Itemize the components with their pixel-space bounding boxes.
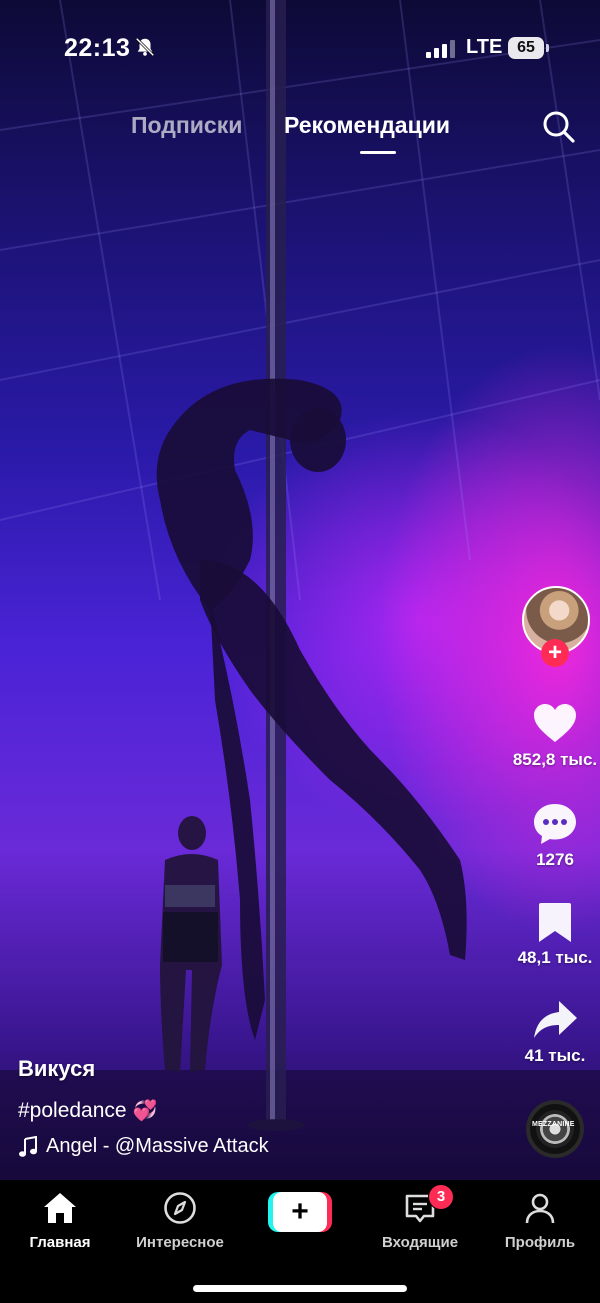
save-button[interactable]: 48,1 тыс.: [500, 898, 600, 968]
status-bar: 22:13 LTE 65: [0, 0, 600, 96]
sound-row[interactable]: Angel - @Massive Attack: [18, 1135, 498, 1158]
comment-button[interactable]: 1276: [500, 800, 600, 870]
album-label: MEZZANINE: [532, 1121, 575, 1128]
music-disc[interactable]: MEZZANINE: [526, 1100, 584, 1158]
heart-icon: [534, 704, 576, 742]
search-icon[interactable]: [540, 108, 576, 144]
hearts-emoji: 💞: [132, 1100, 158, 1122]
nav-inbox-label: Входящие: [381, 1234, 459, 1251]
bookmark-icon: [539, 903, 571, 942]
comment-icon: [534, 804, 576, 844]
sound-title: Angel - @Massive Attack: [46, 1135, 269, 1157]
video-description: #poledance 💞: [18, 1098, 498, 1123]
nav-home-label: Главная: [29, 1234, 91, 1251]
bell-muted-icon: [135, 37, 155, 57]
nav-discover-label: Интересное: [136, 1234, 224, 1251]
plus-icon: +: [273, 1192, 327, 1232]
network-type: LTE: [466, 36, 503, 58]
like-button[interactable]: 852,8 тыс.: [500, 700, 600, 770]
share-arrow-icon: [534, 1001, 577, 1038]
music-note-icon: [19, 1135, 37, 1157]
home-icon: [44, 1193, 76, 1223]
nav-discover[interactable]: Интересное: [120, 1190, 240, 1251]
home-indicator: [193, 1285, 407, 1292]
active-tab-indicator: [360, 151, 396, 154]
follow-button[interactable]: +: [541, 639, 569, 667]
tab-following[interactable]: Подписки: [131, 112, 242, 139]
compass-icon: [164, 1192, 196, 1224]
battery-tip: [546, 44, 549, 52]
nav-home[interactable]: Главная: [0, 1190, 120, 1251]
create-button[interactable]: +: [268, 1192, 332, 1232]
album-cover: [536, 1110, 574, 1148]
nav-inbox[interactable]: Входящие: [360, 1190, 480, 1251]
video-caption: Викуся #poledance 💞 Angel - @Massive Att…: [18, 1056, 498, 1158]
tab-for-you[interactable]: Рекомендации: [284, 112, 450, 139]
share-count: 41 тыс.: [524, 1046, 586, 1065]
feed-tabs: Подписки Рекомендации: [0, 110, 600, 160]
status-time: 22:13: [64, 34, 131, 62]
hashtag-link[interactable]: #poledance: [18, 1099, 127, 1123]
signal-icon: [426, 38, 455, 58]
like-count: 852,8 тыс.: [512, 750, 598, 769]
battery-icon: 65: [508, 37, 544, 59]
nav-profile[interactable]: Профиль: [480, 1190, 600, 1251]
comment-count: 1276: [536, 850, 574, 869]
save-count: 48,1 тыс.: [517, 948, 593, 967]
inbox-badge: 3: [428, 1184, 454, 1210]
share-button[interactable]: 41 тыс.: [500, 996, 600, 1066]
nav-profile-label: Профиль: [504, 1234, 576, 1251]
profile-icon: [525, 1193, 555, 1224]
author-name[interactable]: Викуся: [18, 1056, 498, 1082]
